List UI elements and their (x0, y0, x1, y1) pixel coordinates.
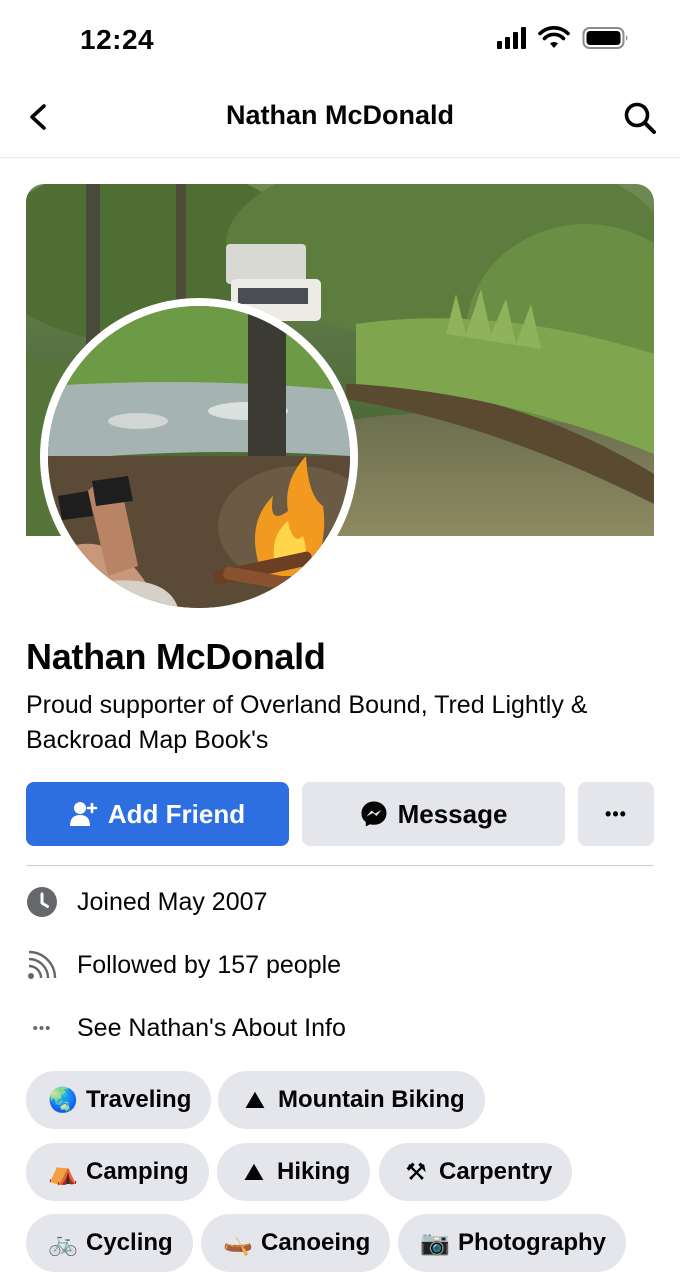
hobby-chip-traveling[interactable]: 🌏 Traveling (26, 1071, 212, 1129)
more-options-button[interactable]: ••• (578, 782, 654, 846)
add-friend-button[interactable]: Add Friend (26, 782, 289, 846)
bicycle-icon: 🚲 (48, 1229, 78, 1257)
message-label: Message (397, 798, 508, 829)
clock-icon (26, 886, 58, 918)
hobby-label: Hiking (277, 1158, 351, 1185)
message-button[interactable]: Message (302, 782, 565, 846)
cellular-signal-icon (497, 27, 526, 49)
tools-icon: ⚒ (405, 1158, 427, 1186)
about-info-row[interactable]: ••• See Nathan's About Info (26, 1008, 346, 1048)
add-friend-icon (69, 802, 98, 826)
more-icon: ••• (605, 803, 627, 824)
about-info-text: See Nathan's About Info (77, 1013, 346, 1042)
tent-icon: ⛺ (48, 1158, 78, 1186)
rss-feed-icon (26, 949, 58, 981)
hobby-label: Cycling (86, 1229, 173, 1256)
hobby-chip-hiking[interactable]: ⛰ Hiking (217, 1143, 371, 1201)
hobby-chip-carpentry[interactable]: ⚒ Carpentry (379, 1143, 573, 1201)
battery-icon (582, 27, 628, 49)
hobby-label: Traveling (86, 1086, 192, 1113)
followers-text: Followed by 157 people (77, 950, 342, 979)
hobby-chip-canoeing[interactable]: 🛶 Canoeing (201, 1214, 391, 1272)
joined-row: Joined May 2007 (26, 882, 267, 922)
joined-text: Joined May 2007 (77, 887, 268, 916)
globe-icon: 🌏 (48, 1086, 78, 1114)
mountain-icon: ⛰ (244, 1086, 266, 1114)
hobby-chip-camping[interactable]: ⛺ Camping (26, 1143, 209, 1201)
hobby-chip-cycling[interactable]: 🚲 Cycling (26, 1214, 193, 1272)
messenger-icon (361, 801, 387, 827)
hobby-label: Mountain Biking (278, 1086, 465, 1113)
hobby-chip-mountain-biking[interactable]: ⛰ Mountain Biking (218, 1071, 485, 1129)
canoe-icon: 🛶 (223, 1229, 253, 1257)
status-icons (497, 26, 630, 50)
hobby-label: Photography (458, 1229, 606, 1256)
profile-name: Nathan McDonald (26, 636, 326, 677)
hobby-label: Carpentry (439, 1158, 553, 1185)
nav-title: Nathan McDonald (225, 100, 454, 130)
profile-bio: Proud supporter of Overland Bound, Tred … (26, 691, 588, 754)
ellipsis-icon: ••• (32, 1019, 52, 1037)
add-friend-label: Add Friend (107, 798, 246, 829)
search-icon[interactable] (622, 100, 658, 136)
followers-row[interactable]: Followed by 157 people (26, 945, 341, 985)
divider (26, 865, 654, 866)
wifi-icon (538, 26, 570, 48)
hobby-chip-photography[interactable]: 📷 Photography (398, 1214, 626, 1272)
nav-bar: Nathan McDonald (0, 80, 680, 158)
status-time: 12:24 (80, 24, 155, 55)
status-bar: 12:24 (0, 0, 680, 80)
camera-icon: 📷 (420, 1229, 450, 1257)
hobby-label: Canoeing (261, 1229, 371, 1256)
profile-avatar[interactable] (40, 298, 358, 616)
hobby-label: Camping (86, 1158, 189, 1185)
mountain-icon: ⛰ (243, 1158, 265, 1186)
